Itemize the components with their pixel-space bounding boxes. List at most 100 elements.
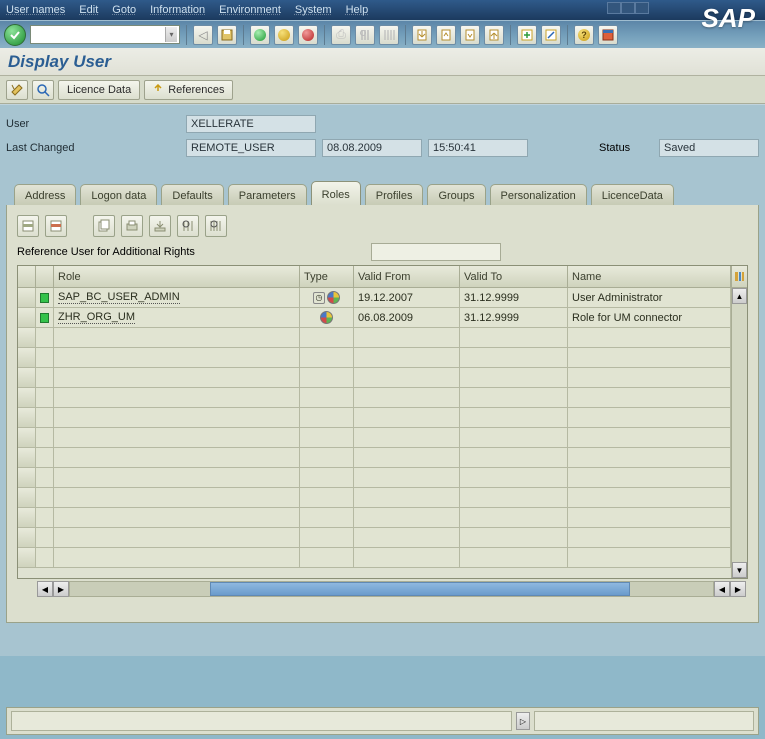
valid-from-header[interactable]: Valid From <box>354 266 460 288</box>
menu-goto[interactable]: Goto <box>112 4 136 16</box>
role-cell[interactable]: ZHR_ORG_UM <box>54 308 300 328</box>
hscroll-thumb[interactable] <box>210 582 630 596</box>
menu-user-names[interactable]: User names <box>6 4 65 16</box>
first-page-button[interactable] <box>412 25 432 45</box>
role-cell[interactable]: SAP_BC_USER_ADMIN <box>54 288 300 308</box>
table-row[interactable] <box>18 428 731 448</box>
hscroll-track[interactable] <box>69 581 714 597</box>
print-row-button[interactable] <box>121 215 143 237</box>
table-row[interactable] <box>18 468 731 488</box>
valid-to-cell[interactable]: 31.12.9999 <box>460 308 568 328</box>
table-row[interactable]: ZHR_ORG_UM 06.08.2009 31.12.9999 Role fo… <box>18 308 731 328</box>
status-expand-button[interactable]: ▷ <box>516 712 530 730</box>
type-cell[interactable]: ◷ <box>300 288 354 308</box>
menu-information[interactable]: Information <box>150 4 205 16</box>
scroll-right2-button[interactable]: ◀ <box>714 581 730 597</box>
nav-back-button[interactable] <box>250 25 270 45</box>
tab-parameters[interactable]: Parameters <box>228 184 307 205</box>
select-all-header[interactable] <box>18 266 36 288</box>
delete-row-button[interactable] <box>45 215 67 237</box>
copy-button[interactable] <box>93 215 115 237</box>
tab-logon-data[interactable]: Logon data <box>80 184 157 205</box>
role-header[interactable]: Role <box>54 266 300 288</box>
valid-to-header[interactable]: Valid To <box>460 266 568 288</box>
menu-edit[interactable]: Edit <box>79 4 98 16</box>
maximize-icon[interactable] <box>621 2 635 14</box>
reference-user-input[interactable] <box>371 243 501 261</box>
close-icon[interactable] <box>635 2 649 14</box>
standard-toolbar: ▾ ◁ ⎙ ? <box>0 20 765 48</box>
vertical-scrollbar[interactable]: ▲ ▼ <box>731 288 747 578</box>
type-cell[interactable] <box>300 308 354 328</box>
scroll-left2-button[interactable]: ▶ <box>53 581 69 597</box>
insert-row-button[interactable] <box>17 215 39 237</box>
command-dropdown-icon[interactable]: ▾ <box>165 27 177 42</box>
tab-roles[interactable]: Roles <box>311 181 361 205</box>
find-next-button[interactable] <box>379 25 399 45</box>
ok-button[interactable] <box>4 24 26 46</box>
scroll-left-button[interactable]: ◀ <box>37 581 53 597</box>
help-button[interactable]: ? <box>574 25 594 45</box>
display-change-button[interactable] <box>6 80 28 100</box>
tab-profiles[interactable]: Profiles <box>365 184 424 205</box>
shortcut-button[interactable] <box>541 25 561 45</box>
type-header[interactable]: Type <box>300 266 354 288</box>
main-menu[interactable]: User names Edit Goto Information Environ… <box>6 4 368 16</box>
nav-exit-button[interactable] <box>274 25 294 45</box>
row-selector[interactable] <box>18 288 36 308</box>
table-row[interactable]: SAP_BC_USER_ADMIN ◷ 19.12.2007 31.12.999… <box>18 288 731 308</box>
references-button[interactable]: References <box>144 80 233 100</box>
scroll-up-button[interactable]: ▲ <box>732 288 747 304</box>
row-selector[interactable] <box>18 308 36 328</box>
download-button[interactable] <box>149 215 171 237</box>
table-row[interactable] <box>18 368 731 388</box>
licence-data-button[interactable]: Licence Data <box>58 80 140 100</box>
table-row[interactable] <box>18 488 731 508</box>
table-row[interactable] <box>18 508 731 528</box>
name-header[interactable]: Name <box>568 266 731 288</box>
layout-menu-button[interactable] <box>598 25 618 45</box>
menu-environment[interactable]: Environment <box>219 4 281 16</box>
references-label: References <box>168 84 224 96</box>
roles-panel: Reference User for Additional Rights Rol… <box>6 205 759 623</box>
scroll-track[interactable] <box>732 304 747 562</box>
menu-system[interactable]: System <box>295 4 332 16</box>
valid-to-cell[interactable]: 31.12.9999 <box>460 288 568 308</box>
overview-button[interactable] <box>32 80 54 100</box>
tab-licence-data[interactable]: LicenceData <box>591 184 674 205</box>
valid-from-cell[interactable]: 06.08.2009 <box>354 308 460 328</box>
table-row[interactable] <box>18 528 731 548</box>
table-row[interactable] <box>18 348 731 368</box>
tab-address[interactable]: Address <box>14 184 76 205</box>
table-row[interactable] <box>18 548 731 568</box>
scroll-right-button[interactable]: ▶ <box>730 581 746 597</box>
pie-icon <box>320 311 333 324</box>
nav-cancel-button[interactable] <box>298 25 318 45</box>
valid-from-cell[interactable]: 19.12.2007 <box>354 288 460 308</box>
scroll-down-button[interactable]: ▼ <box>732 562 747 578</box>
table-row[interactable] <box>18 448 731 468</box>
last-page-button[interactable] <box>484 25 504 45</box>
command-field[interactable]: ▾ <box>30 25 180 44</box>
tab-personalization[interactable]: Personalization <box>490 184 587 205</box>
menu-help[interactable]: Help <box>346 4 369 16</box>
table-row[interactable] <box>18 408 731 428</box>
print-button[interactable]: ⎙ <box>331 25 351 45</box>
table-row[interactable] <box>18 328 731 348</box>
next-page-button[interactable] <box>460 25 480 45</box>
status-header[interactable] <box>36 266 54 288</box>
window-controls[interactable] <box>607 2 649 14</box>
back-button[interactable]: ◁ <box>193 25 213 45</box>
prev-page-button[interactable] <box>436 25 456 45</box>
tab-groups[interactable]: Groups <box>427 184 485 205</box>
find-button[interactable] <box>355 25 375 45</box>
horizontal-scrollbar[interactable]: ◀ ▶ ◀ ▶ <box>37 581 746 597</box>
new-session-button[interactable] <box>517 25 537 45</box>
find-role-button[interactable] <box>177 215 199 237</box>
find-next-role-button[interactable] <box>205 215 227 237</box>
tab-defaults[interactable]: Defaults <box>161 184 223 205</box>
minimize-icon[interactable] <box>607 2 621 14</box>
save-button[interactable] <box>217 25 237 45</box>
table-row[interactable] <box>18 388 731 408</box>
configure-columns-button[interactable] <box>731 266 747 288</box>
